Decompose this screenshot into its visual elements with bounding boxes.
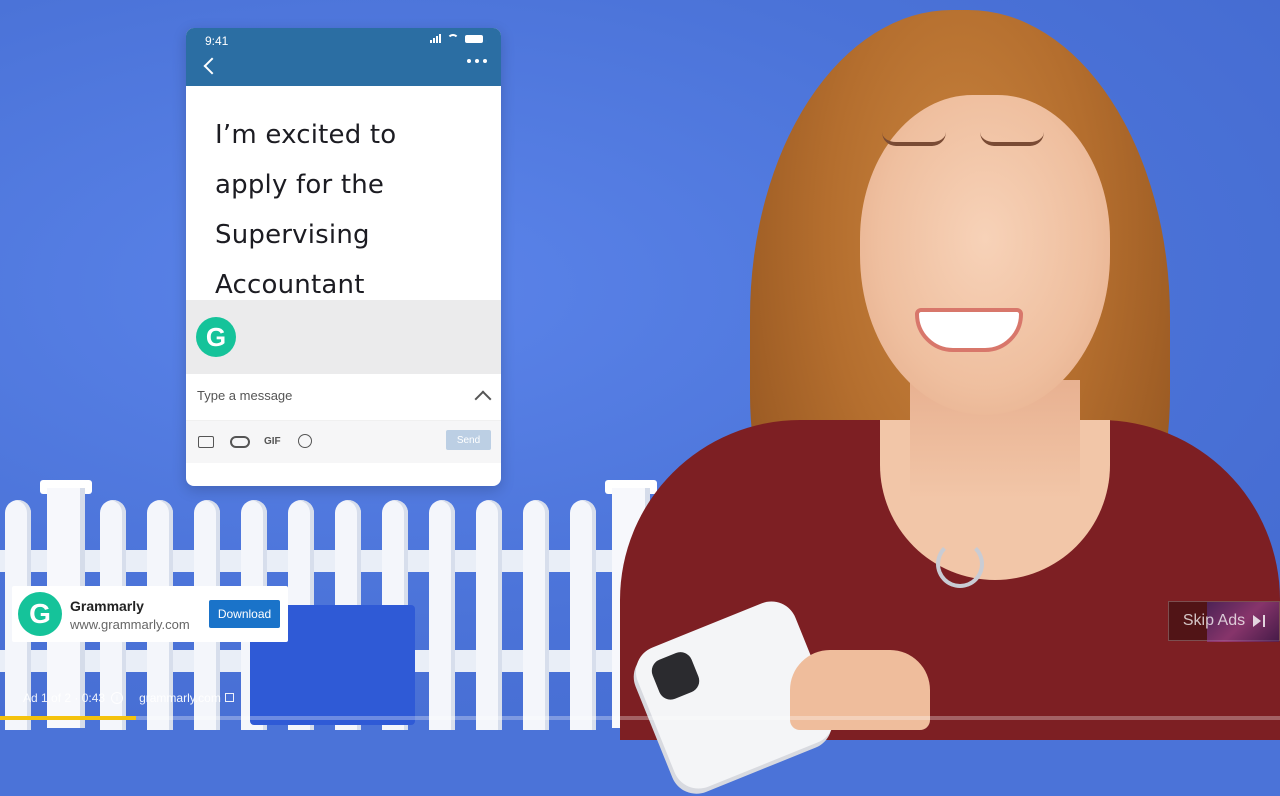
- status-icons: [430, 34, 483, 43]
- camera-icon: [648, 648, 703, 704]
- grammarly-logo-icon[interactable]: G: [18, 592, 62, 636]
- send-button[interactable]: Send: [446, 430, 491, 450]
- ad-position-text: Ad 1 of 2 · 0:43: [23, 691, 106, 705]
- grammarly-suggestion-bar: G: [186, 300, 501, 374]
- necklace-pendant: [936, 540, 984, 588]
- skip-ads-button[interactable]: Skip Ads: [1168, 601, 1280, 642]
- fence-picket: [523, 500, 549, 730]
- ad-progress-fill: [0, 716, 136, 720]
- more-icon[interactable]: [467, 59, 487, 63]
- signal-icon: [430, 34, 441, 43]
- advertiser-name[interactable]: Grammarly: [70, 598, 144, 614]
- emoji-icon[interactable]: [298, 434, 312, 448]
- grammarly-logo-icon[interactable]: G: [196, 317, 236, 357]
- back-icon[interactable]: [203, 57, 221, 75]
- compose-toolbar: GIF Send: [186, 421, 501, 463]
- skip-next-icon: [1253, 615, 1266, 627]
- ad-progress-bar[interactable]: [0, 716, 1280, 720]
- phone-header: 9:41: [186, 28, 501, 86]
- advertiser-url[interactable]: www.grammarly.com: [70, 617, 190, 632]
- info-icon[interactable]: i: [111, 692, 124, 704]
- fence-picket: [570, 500, 596, 730]
- download-button[interactable]: Download: [209, 600, 280, 628]
- gif-icon[interactable]: GIF: [264, 436, 281, 447]
- image-icon[interactable]: [198, 436, 214, 448]
- external-link-icon: [224, 693, 234, 702]
- phone-mockup: 9:41 I’m excited to apply for the Superv…: [186, 28, 501, 486]
- battery-icon: [465, 34, 483, 43]
- eye-left: [882, 132, 946, 146]
- compose-area: [186, 374, 501, 421]
- fence-picket: [476, 500, 502, 730]
- chevron-up-icon[interactable]: [474, 390, 492, 408]
- advertiser-domain: grammarly.com: [139, 691, 221, 705]
- eye-right: [980, 132, 1044, 146]
- ad-info-bar: Ad 1 of 2 · 0:43 i grammarly.com: [23, 691, 234, 705]
- ad-companion-card[interactable]: G Grammarly www.grammarly.com Download: [12, 586, 288, 642]
- status-time: 9:41: [205, 34, 229, 48]
- advertiser-link[interactable]: grammarly.com: [139, 691, 234, 705]
- attach-icon[interactable]: [230, 436, 250, 448]
- fence-picket: [429, 500, 455, 730]
- wifi-icon: [447, 34, 459, 43]
- skip-ads-label: Skip Ads: [1182, 612, 1246, 629]
- message-input[interactable]: [197, 388, 457, 403]
- message-text: I’m excited to apply for the Supervising…: [215, 120, 397, 350]
